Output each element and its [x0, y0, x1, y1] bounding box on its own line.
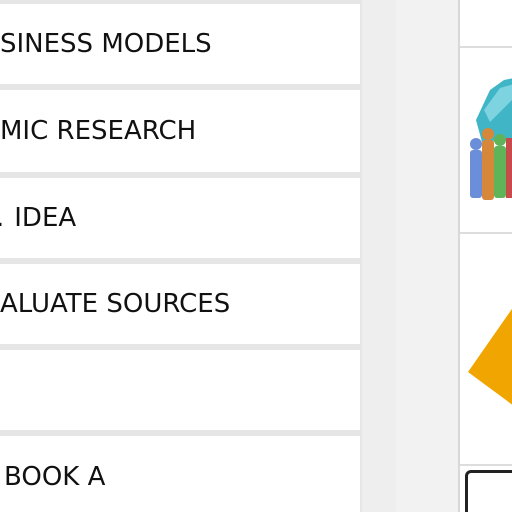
- menu-item-label: ALUATE SOURCES: [0, 289, 231, 319]
- menu-item-label: SINESS MODELS: [0, 29, 212, 59]
- column-gap: [362, 0, 396, 512]
- thumbnail-gutter: [396, 0, 458, 512]
- thumbnail-divider: [460, 232, 512, 234]
- menu-item-business-models[interactable]: SINESS MODELS: [0, 4, 360, 84]
- menu-item-label: IDEA: [14, 203, 77, 233]
- menu-item-academic-research[interactable]: MIC RESEARCH: [0, 90, 360, 172]
- menu-item-blank[interactable]: [0, 350, 360, 430]
- menu-item-evaluate-sources[interactable]: ALUATE SOURCES: [0, 264, 360, 344]
- pie-chart-icon: [468, 308, 512, 405]
- menu-item-label: MIC RESEARCH: [0, 116, 197, 146]
- menu-item-idea[interactable]: . IDEA: [0, 178, 360, 258]
- menu-item-prefix-mark: .: [0, 203, 4, 233]
- thumbnail-people-chart[interactable]: [460, 50, 512, 230]
- thumbnail-panel: [458, 0, 512, 512]
- thumbnail-divider: [460, 46, 512, 48]
- thumbnail-divider: [460, 464, 512, 466]
- framed-box-icon[interactable]: [465, 470, 512, 512]
- people-bar-chart-icon: [470, 78, 512, 200]
- topic-menu-panel: SINESS MODELS MIC RESEARCH . IDEA ALUATE…: [0, 0, 362, 512]
- menu-item-label: BOOK A: [4, 462, 106, 492]
- menu-item-book[interactable]: BOOK A: [0, 436, 360, 512]
- thumbnail-pie-chart[interactable]: [460, 236, 512, 464]
